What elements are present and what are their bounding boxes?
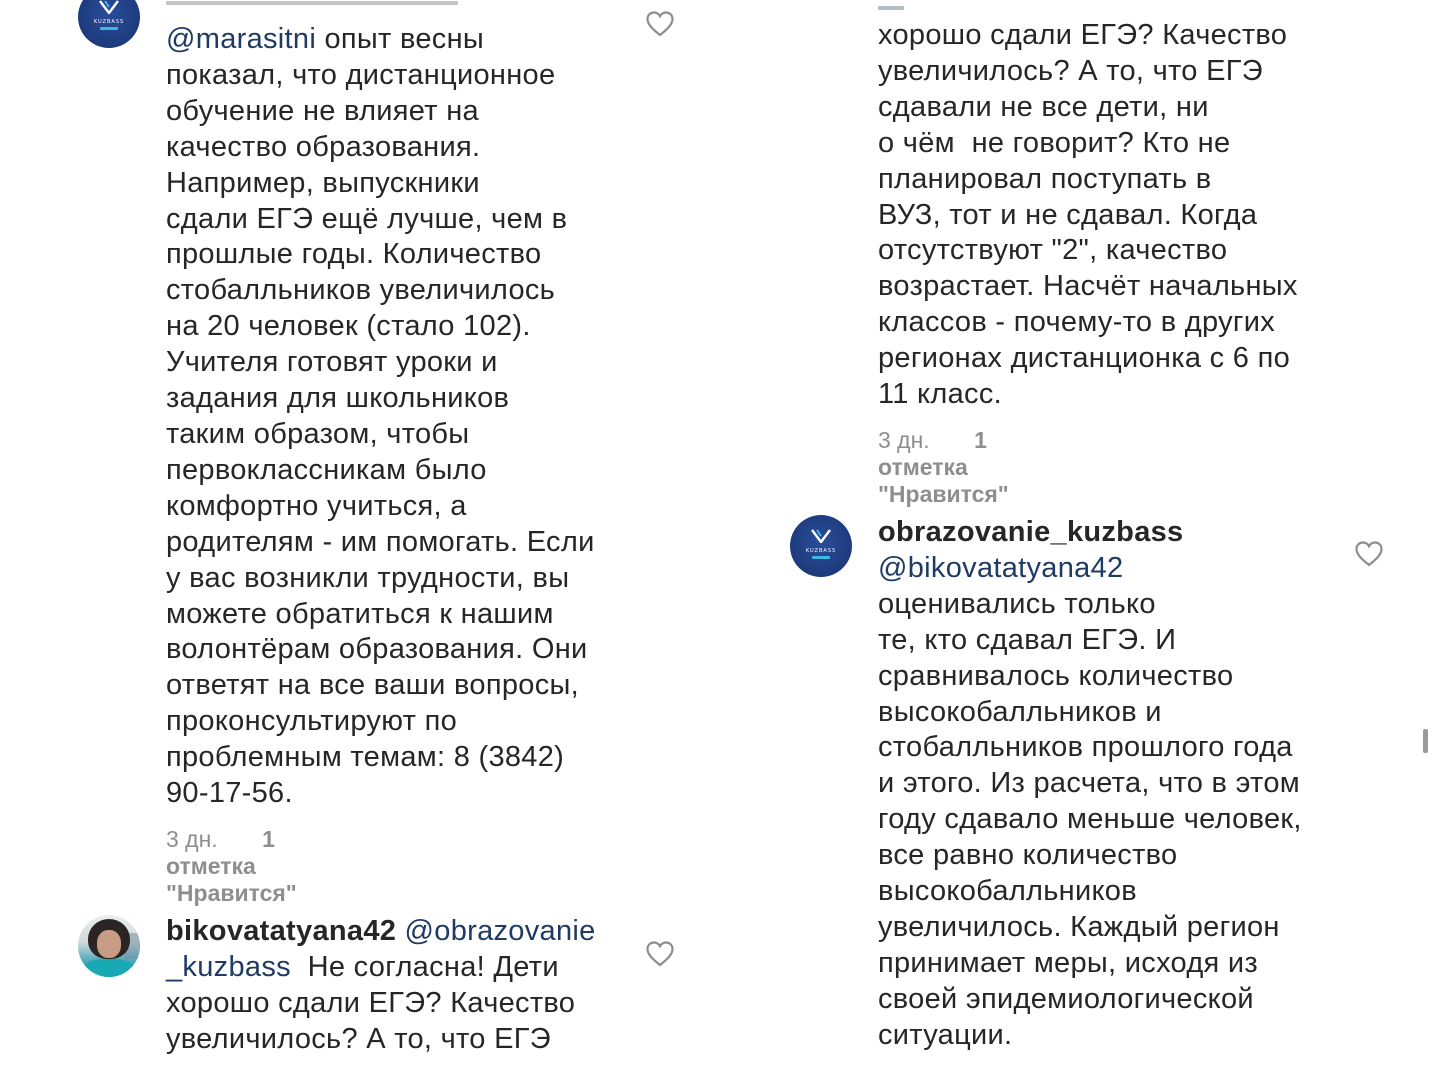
cropped-mention-fragment [878,6,904,10]
comment-username[interactable]: bikovatatyana42 [166,915,396,947]
comment-text: оценивались только те, кто сдавал ЕГЭ. И… [878,587,1302,1051]
mention-link-cont[interactable]: _kuzbass [166,951,291,983]
brand-avatar-text: KUZBASS [93,19,125,25]
brand-avatar[interactable]: KUZBASS [790,515,852,577]
brand-avatar-bar [100,27,118,30]
avatar-face [97,930,121,958]
heart-outline-icon[interactable] [646,11,674,37]
comments-column-left: KUZBASS @marasitni опыт весны показал, ч… [0,0,720,1080]
scrollbar-thumb[interactable] [1423,729,1428,753]
brand-avatar-bar [812,556,830,559]
mention-link[interactable]: @marasitni [166,23,316,55]
comment-body: obrazovanie_kuzbass @bikovatatyana42 оце… [878,515,1348,1054]
comment-meta: 3 дн. 1 отметка "Нравится" [166,826,297,907]
heart-outline-icon[interactable] [1355,541,1383,567]
comment-text: Не согласна! Дети [290,950,559,983]
comment-text: опыт весны показал, что дистанционное об… [166,23,595,810]
kuzbass-logo-icon [99,0,119,14]
brand-avatar-text: KUZBASS [805,548,837,554]
mention-link[interactable]: @obrazovanie [396,915,596,947]
comment-body: @marasitni опыт весны показал, что диста… [166,22,636,812]
comment-meta: 3 дн. 1 отметка "Нравится" [878,427,1009,508]
cropped-username-fragment [166,1,458,5]
comment-username[interactable]: obrazovanie_kuzbass [878,516,1184,548]
comments-column-right: хорошо сдали ЕГЭ? Качество увеличилось? … [712,0,1440,1080]
comment-time: 3 дн. [878,427,930,453]
comment-text: хорошо сдали ЕГЭ? Качество увеличилось? … [878,19,1298,411]
comment-time: 3 дн. [166,826,218,852]
comment-text-rest: хорошо сдали ЕГЭ? Качество увеличилось? … [166,986,576,1055]
user-avatar[interactable] [78,915,140,977]
mention-link[interactable]: @bikovatatyana42 [878,552,1123,584]
brand-avatar[interactable]: KUZBASS [78,0,140,48]
kuzbass-logo-icon [811,529,831,543]
comment-body: bikovatatyana42 @obrazovanie _kuzbass Не… [166,914,636,1058]
heart-outline-icon[interactable] [646,941,674,967]
avatar-shoulders [82,959,136,977]
comment-body: хорошо сдали ЕГЭ? Качество увеличилось? … [878,18,1348,413]
